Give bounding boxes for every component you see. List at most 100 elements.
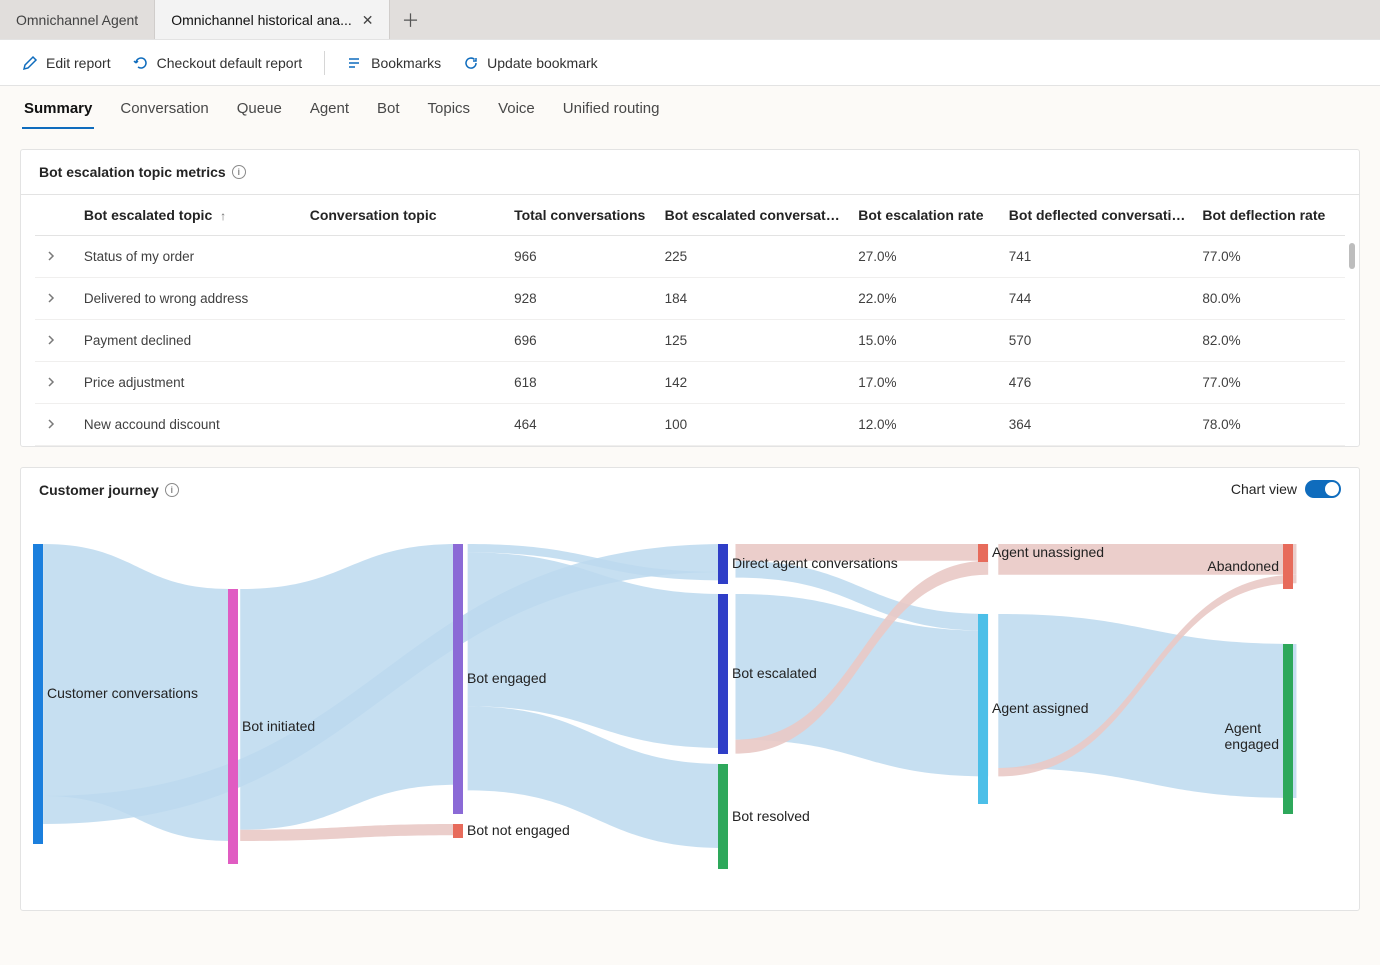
cell-total: 464 bbox=[506, 404, 657, 446]
sankey-node-customer[interactable]: Customer conversations bbox=[33, 544, 43, 844]
tab-queue[interactable]: Queue bbox=[235, 100, 284, 129]
cell-escalation-rate: 22.0% bbox=[850, 278, 1001, 320]
tab-topics[interactable]: Topics bbox=[426, 100, 473, 129]
sankey-node-bar bbox=[453, 824, 463, 838]
journey-panel: Customer journey i Chart view Customer c… bbox=[20, 467, 1360, 911]
window-tab-label: Omnichannel historical ana... bbox=[171, 12, 352, 28]
info-icon[interactable]: i bbox=[232, 165, 246, 179]
table-row: Payment declined69612515.0%57082.0% bbox=[35, 320, 1345, 362]
sort-asc-icon: ↑ bbox=[220, 209, 226, 223]
window-tabstrip: Omnichannel Agent Omnichannel historical… bbox=[0, 0, 1380, 40]
sankey-node-label: Abandoned bbox=[1207, 558, 1279, 574]
metrics-panel: Bot escalation topic metrics i Bot escal… bbox=[20, 149, 1360, 447]
cell-escalated: 100 bbox=[657, 404, 851, 446]
sankey-node-label: Bot resolved bbox=[732, 808, 810, 824]
sync-icon bbox=[463, 55, 479, 71]
bookmarks-button[interactable]: Bookmarks bbox=[347, 55, 441, 71]
sankey-node-agent_assigned[interactable]: Agent assigned bbox=[978, 614, 988, 804]
tab-unified-routing[interactable]: Unified routing bbox=[561, 100, 662, 129]
sankey-node-bot_initiated[interactable]: Bot initiated bbox=[228, 589, 238, 864]
sankey-node-agent_unassigned[interactable]: Agent unassigned bbox=[978, 544, 988, 562]
cell-total: 928 bbox=[506, 278, 657, 320]
checkout-report-button[interactable]: Checkout default report bbox=[133, 55, 303, 71]
metrics-panel-title: Bot escalation topic metrics bbox=[39, 164, 226, 180]
chevron-right-icon[interactable] bbox=[43, 374, 59, 390]
col-total[interactable]: Total conversations bbox=[506, 195, 657, 236]
table-row: Delivered to wrong address92818422.0%744… bbox=[35, 278, 1345, 320]
tab-conversation[interactable]: Conversation bbox=[118, 100, 210, 129]
cell-conv bbox=[302, 362, 506, 404]
sankey-node-bot_resolved[interactable]: Bot resolved bbox=[718, 764, 728, 869]
sankey-node-bot_engaged[interactable]: Bot engaged bbox=[453, 544, 463, 814]
scrollbar-thumb[interactable] bbox=[1349, 243, 1355, 269]
metrics-table-wrap: Bot escalated topic ↑ Conversation topic… bbox=[21, 195, 1359, 446]
chevron-right-icon[interactable] bbox=[43, 290, 59, 306]
update-bookmark-label: Update bookmark bbox=[487, 55, 598, 71]
cell-total: 696 bbox=[506, 320, 657, 362]
cell-deflected: 570 bbox=[1001, 320, 1195, 362]
chevron-right-icon[interactable] bbox=[43, 248, 59, 264]
col-deflection-rate[interactable]: Bot deflection rate bbox=[1194, 195, 1345, 236]
col-conversation-topic[interactable]: Conversation topic bbox=[302, 195, 506, 236]
cell-conv bbox=[302, 320, 506, 362]
tab-voice[interactable]: Voice bbox=[496, 100, 537, 129]
cell-topic: Status of my order bbox=[76, 236, 302, 278]
sankey-chart[interactable]: Customer conversations Bot initiated Bot e… bbox=[33, 514, 1347, 894]
chevron-right-icon[interactable] bbox=[43, 416, 59, 432]
sankey-node-label: Bot escalated bbox=[732, 665, 817, 681]
sankey-node-bar bbox=[718, 764, 728, 869]
table-row: Status of my order96622527.0%74177.0% bbox=[35, 236, 1345, 278]
col-bot-escalated-topic[interactable]: Bot escalated topic ↑ bbox=[76, 195, 302, 236]
sankey-node-bar bbox=[978, 544, 988, 562]
table-header-row: Bot escalated topic ↑ Conversation topic… bbox=[35, 195, 1345, 236]
sankey-node-label: Bot engaged bbox=[467, 670, 546, 686]
sankey-node-label: Customer conversations bbox=[47, 685, 198, 701]
cell-escalated: 184 bbox=[657, 278, 851, 320]
sankey-node-bot_not_engaged[interactable]: Bot not engaged bbox=[453, 824, 463, 838]
cell-topic: Price adjustment bbox=[76, 362, 302, 404]
sankey-node-label: Bot initiated bbox=[242, 718, 315, 734]
col-deflected[interactable]: Bot deflected conversations bbox=[1001, 195, 1195, 236]
cell-deflection-rate: 77.0% bbox=[1194, 362, 1345, 404]
tab-summary[interactable]: Summary bbox=[22, 100, 94, 129]
sankey-link[interactable] bbox=[240, 544, 457, 830]
sankey-node-bot_escalated[interactable]: Bot escalated bbox=[718, 594, 728, 754]
sankey-node-direct_agent[interactable]: Direct agent conversations bbox=[718, 544, 728, 584]
sankey-node-abandoned[interactable]: Abandoned bbox=[1283, 544, 1293, 589]
col-escalated[interactable]: Bot escalated conversations bbox=[657, 195, 851, 236]
chevron-right-icon[interactable] bbox=[43, 332, 59, 348]
cell-escalation-rate: 15.0% bbox=[850, 320, 1001, 362]
cell-total: 618 bbox=[506, 362, 657, 404]
tab-bot[interactable]: Bot bbox=[375, 100, 402, 129]
cell-escalation-rate: 12.0% bbox=[850, 404, 1001, 446]
sankey-node-label: Direct agent conversations bbox=[732, 555, 898, 571]
chart-view-switch[interactable] bbox=[1305, 480, 1341, 498]
cell-deflection-rate: 82.0% bbox=[1194, 320, 1345, 362]
sankey-node-agent_engaged[interactable]: Agent engaged bbox=[1283, 644, 1293, 814]
toolbar-separator bbox=[324, 51, 325, 75]
info-icon[interactable]: i bbox=[165, 483, 179, 497]
cell-total: 966 bbox=[506, 236, 657, 278]
col-escalation-rate[interactable]: Bot escalation rate bbox=[850, 195, 1001, 236]
sankey-node-label: Agent assigned bbox=[992, 700, 1089, 716]
cell-deflected: 744 bbox=[1001, 278, 1195, 320]
cell-escalated: 125 bbox=[657, 320, 851, 362]
cell-conv bbox=[302, 404, 506, 446]
tab-agent[interactable]: Agent bbox=[308, 100, 351, 129]
cell-deflection-rate: 80.0% bbox=[1194, 278, 1345, 320]
update-bookmark-button[interactable]: Update bookmark bbox=[463, 55, 598, 71]
edit-report-button[interactable]: Edit report bbox=[22, 55, 111, 71]
sankey-node-bar bbox=[1283, 644, 1293, 814]
new-tab-button[interactable]: ＋ bbox=[390, 0, 430, 39]
sankey-node-bar bbox=[718, 594, 728, 754]
journey-panel-header: Customer journey i bbox=[21, 468, 1359, 504]
cell-conv bbox=[302, 278, 506, 320]
window-tab[interactable]: Omnichannel Agent bbox=[0, 0, 155, 39]
report-nav: Summary Conversation Queue Agent Bot Top… bbox=[0, 86, 1380, 129]
window-tab-active[interactable]: Omnichannel historical ana... ✕ bbox=[155, 0, 390, 39]
cell-deflected: 364 bbox=[1001, 404, 1195, 446]
close-icon[interactable]: ✕ bbox=[362, 13, 374, 27]
sankey-node-bar bbox=[1283, 544, 1293, 589]
sankey-node-bar bbox=[718, 544, 728, 584]
edit-report-label: Edit report bbox=[46, 55, 111, 71]
